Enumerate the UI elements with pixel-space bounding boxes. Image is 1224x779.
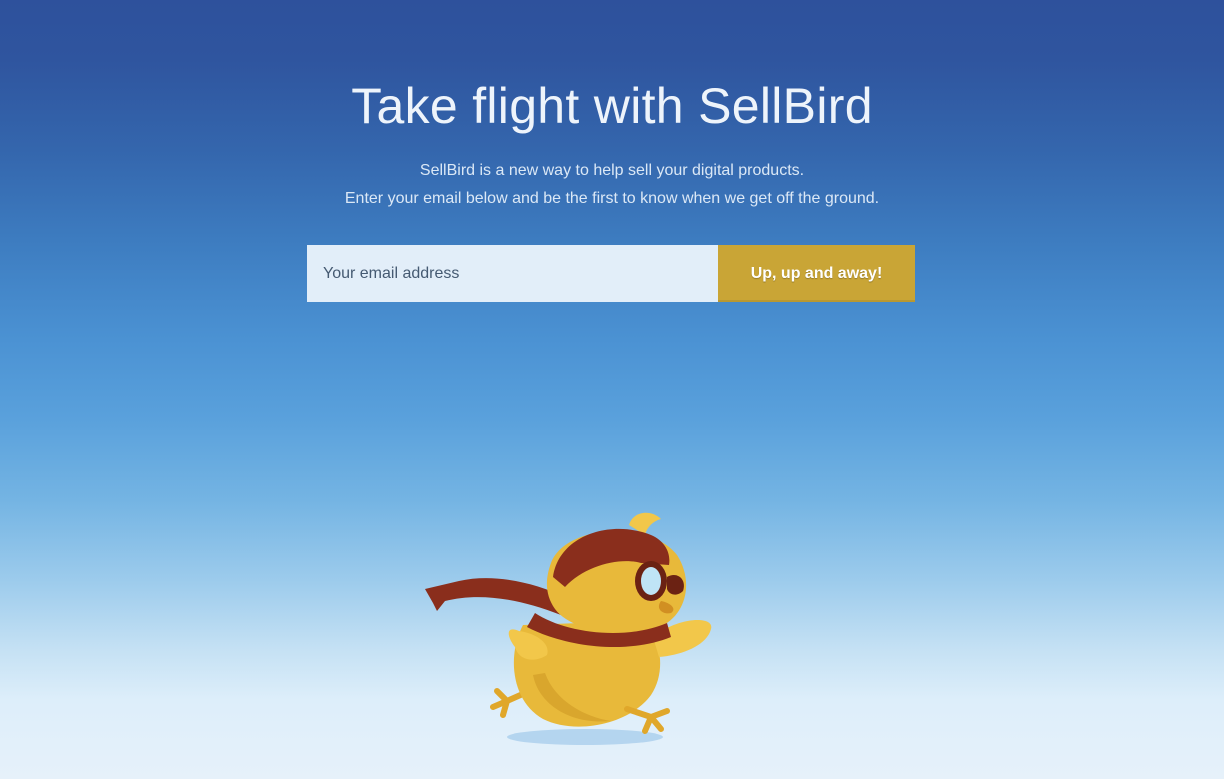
front-leg bbox=[624, 706, 670, 734]
scarf-tail bbox=[425, 578, 565, 615]
subtitle-line-2: Enter your email below and be the first … bbox=[344, 190, 880, 207]
subtitle-line-1: SellBird is a new way to help sell your … bbox=[419, 162, 805, 179]
page-title: Take flight with SellBird bbox=[351, 78, 873, 134]
back-leg bbox=[490, 688, 528, 718]
email-field[interactable] bbox=[307, 245, 718, 302]
mascot-shadow bbox=[507, 729, 663, 745]
email-signup-form: Up, up and away! bbox=[307, 245, 915, 302]
submit-button[interactable]: Up, up and away! bbox=[718, 245, 915, 302]
goggle-lens bbox=[641, 567, 661, 595]
bird-mascot-icon bbox=[425, 512, 712, 745]
